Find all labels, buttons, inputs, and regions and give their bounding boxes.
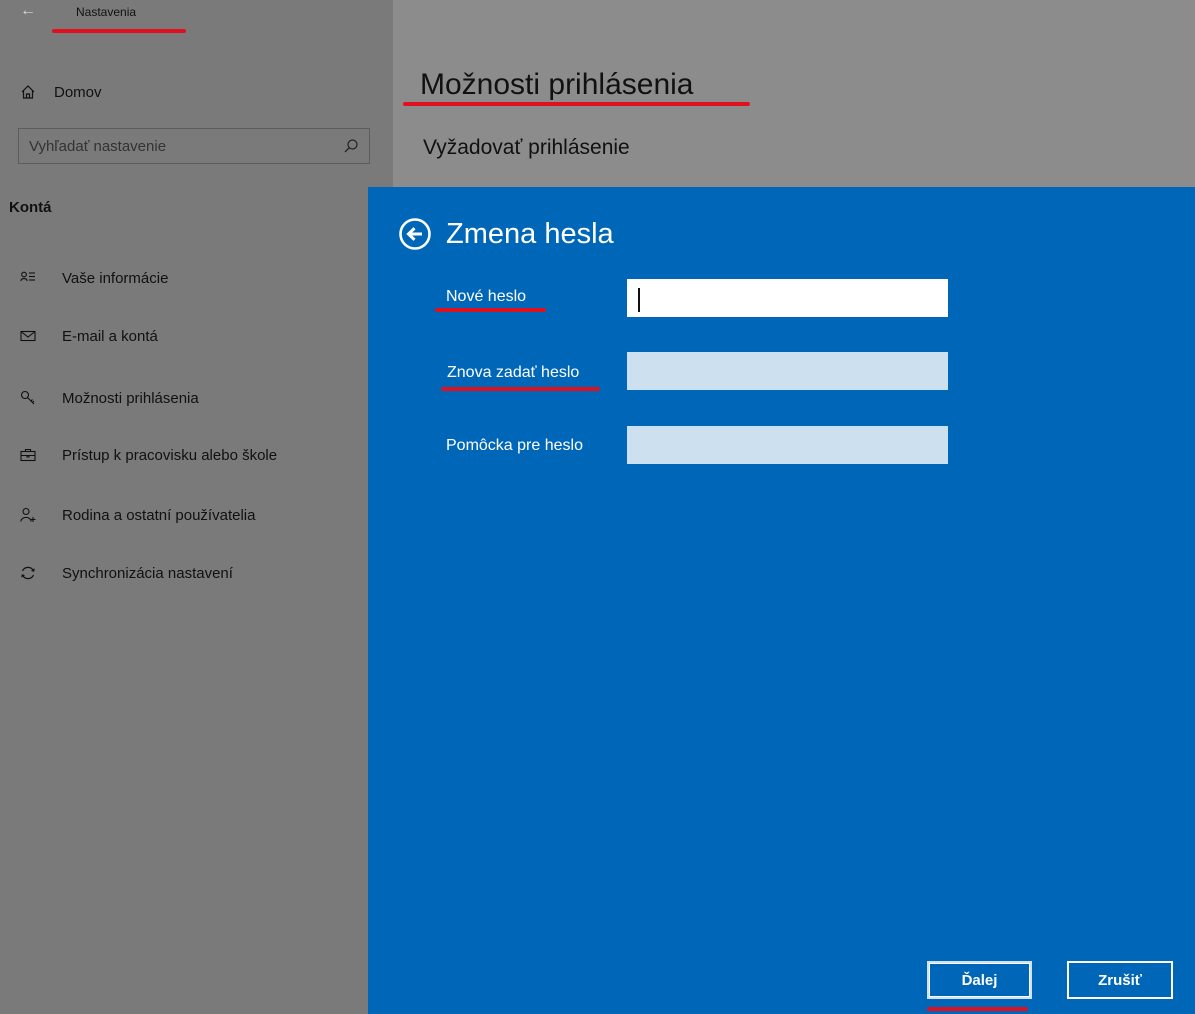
dialog-header: Zmena hesla	[398, 217, 614, 251]
annotation-underline-new-password	[435, 308, 546, 312]
dialog-title: Zmena hesla	[446, 217, 614, 250]
annotation-underline-confirm-password	[441, 387, 600, 391]
sidebar-item-email-accounts[interactable]: E-mail a kontá	[20, 324, 158, 348]
next-button[interactable]: Ďalej	[927, 961, 1032, 999]
sidebar-item-label: Prístup k pracovisku alebo škole	[62, 446, 278, 464]
add-person-icon	[20, 507, 36, 522]
new-password-input[interactable]	[627, 279, 948, 317]
new-password-label: Nové heslo	[446, 288, 527, 305]
cancel-button[interactable]: Zrušiť	[1067, 961, 1173, 999]
app-title: Nastavenia	[76, 5, 137, 19]
home-nav-item[interactable]: Domov	[20, 80, 102, 104]
sidebar-item-label: Vaše informácie	[62, 269, 169, 287]
briefcase-icon	[20, 448, 36, 462]
section-title-accounts: Kontá	[9, 199, 52, 216]
sidebar-item-family-other-users[interactable]: Rodina a ostatní používatelia	[20, 503, 255, 527]
home-label: Domov	[54, 83, 102, 101]
sidebar-item-your-info[interactable]: Vaše informácie	[20, 266, 168, 290]
sidebar-item-label: Možnosti prihlásenia	[62, 389, 199, 407]
password-hint-input[interactable]	[627, 426, 948, 464]
section-subheading: Vyžadovať prihlásenie	[423, 136, 630, 159]
annotation-underline-next-button	[927, 1007, 1028, 1011]
search-icon[interactable]	[343, 138, 359, 154]
sidebar-item-sign-in-options[interactable]: Možnosti prihlásenia	[20, 386, 199, 410]
confirm-password-label: Znova zadať heslo	[447, 364, 580, 381]
home-icon	[21, 85, 35, 99]
sidebar-item-label: Rodina a ostatní používatelia	[62, 506, 256, 524]
sync-icon	[21, 566, 35, 580]
page-title: Možnosti prihlásenia	[420, 68, 694, 101]
user-info-icon	[20, 271, 35, 282]
sidebar-item-label: E-mail a kontá	[62, 327, 158, 345]
back-circle-icon[interactable]	[398, 217, 432, 251]
text-caret	[638, 288, 640, 312]
mail-icon	[20, 330, 36, 342]
sidebar-item-sync-settings[interactable]: Synchronizácia nastavení	[20, 561, 233, 585]
search-input[interactable]	[19, 136, 343, 156]
password-hint-label: Pomôcka pre heslo	[446, 437, 583, 454]
confirm-password-input[interactable]	[627, 352, 948, 390]
annotation-underline-page-title	[403, 102, 750, 106]
key-icon	[20, 390, 35, 405]
annotation-underline-title	[52, 29, 186, 33]
back-arrow-icon[interactable]: ←	[20, 2, 36, 20]
sidebar-item-label: Synchronizácia nastavení	[62, 564, 233, 582]
search-box[interactable]	[18, 128, 370, 164]
sidebar-item-work-school-access[interactable]: Prístup k pracovisku alebo škole	[20, 443, 277, 467]
change-password-dialog: Zmena hesla Nové heslo Znova zadať heslo…	[368, 187, 1195, 1014]
settings-sidebar: ← Nastavenia Domov Kontá Vaše informácie	[0, 0, 393, 1014]
